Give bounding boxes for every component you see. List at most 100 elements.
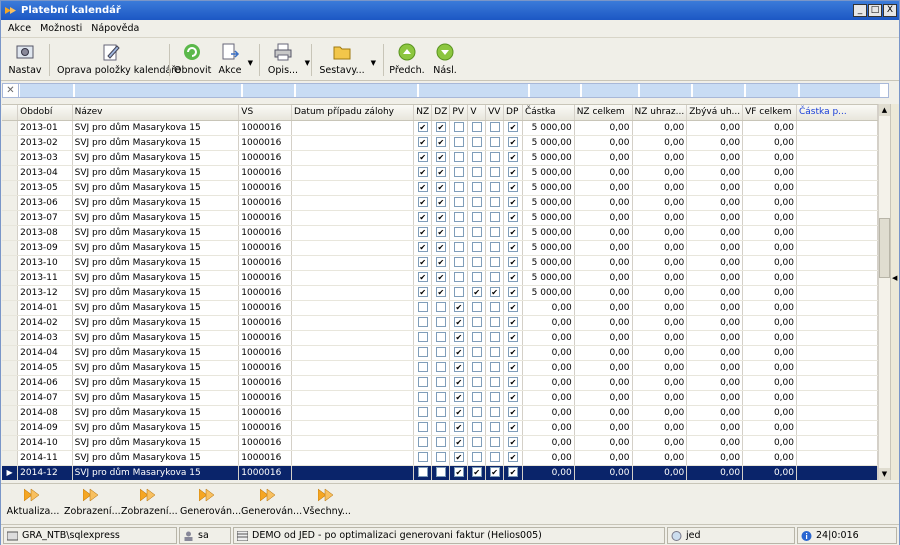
checkbox-pv[interactable] <box>453 362 464 373</box>
cell-zbyva[interactable]: 0,00 <box>686 330 744 346</box>
column-header[interactable]: Název <box>72 105 240 121</box>
cell-castkap[interactable] <box>796 225 878 241</box>
cell-obdobi[interactable]: 2014-01 <box>17 300 73 316</box>
scroll-up-icon[interactable]: ▲ <box>879 104 890 116</box>
cell-castkap[interactable] <box>796 315 878 331</box>
checkbox-pv[interactable] <box>453 242 464 253</box>
checkbox-pv[interactable] <box>453 317 464 328</box>
checkbox-dp[interactable] <box>508 437 518 448</box>
cell-nzu[interactable]: 0,00 <box>632 225 688 241</box>
checkbox-dp[interactable] <box>508 452 518 463</box>
cell-zbyva[interactable]: 0,00 <box>686 255 744 271</box>
column-header[interactable]: PV <box>449 105 469 121</box>
filter-cell[interactable] <box>640 84 692 97</box>
checkbox-vv[interactable] <box>489 122 500 133</box>
cell-vfc[interactable]: 0,00 <box>742 465 797 480</box>
cell-obdobi[interactable]: 2014-12 <box>17 465 73 480</box>
table-row[interactable]: 2013-01SVJ pro dům Masarykova 151000016 5… <box>2 120 878 136</box>
checkbox-pv[interactable] <box>453 197 464 208</box>
checkbox-nz[interactable] <box>417 227 428 238</box>
scroll-thumb[interactable] <box>879 218 890 278</box>
checkbox-nz[interactable] <box>417 197 428 208</box>
checkbox-pv[interactable] <box>453 152 464 163</box>
side-panel-toggle[interactable]: ◀ <box>890 104 899 480</box>
checkbox-pv[interactable] <box>453 422 464 433</box>
checkbox-vv[interactable] <box>489 377 500 388</box>
cell-datum[interactable] <box>291 135 415 151</box>
cell-castkap[interactable] <box>796 210 878 226</box>
checkbox-dz[interactable] <box>435 437 446 448</box>
cell-castkap[interactable] <box>796 255 878 271</box>
cell-castka[interactable]: 5 000,00 <box>522 240 575 256</box>
cell-castkap[interactable] <box>796 180 878 196</box>
cell-nazev[interactable]: SVJ pro dům Masarykova 15 <box>72 300 240 316</box>
cell-nzc[interactable]: 0,00 <box>574 450 633 466</box>
cell-datum[interactable] <box>291 225 415 241</box>
cell-vs[interactable]: 1000016 <box>238 180 292 196</box>
minimize-button[interactable]: _ <box>853 4 867 17</box>
checkbox-dz[interactable] <box>435 302 446 313</box>
cell-datum[interactable] <box>291 300 415 316</box>
cell-vfc[interactable]: 0,00 <box>742 405 797 421</box>
table-row[interactable]: 2014-06SVJ pro dům Masarykova 151000016 0… <box>2 375 878 391</box>
cell-nzc[interactable]: 0,00 <box>574 150 633 166</box>
close-button[interactable]: X <box>883 4 897 17</box>
table-row[interactable]: 2014-04SVJ pro dům Masarykova 151000016 0… <box>2 345 878 361</box>
sestavy-dropdown[interactable]: Sestavy... ▼ <box>317 42 376 78</box>
cell-vfc[interactable]: 0,00 <box>742 270 797 286</box>
cell-castka[interactable]: 5 000,00 <box>522 210 575 226</box>
cell-vs[interactable]: 1000016 <box>238 315 292 331</box>
cell-vs[interactable]: 1000016 <box>238 360 292 376</box>
checkbox-nz[interactable] <box>417 407 428 418</box>
cell-datum[interactable] <box>291 210 415 226</box>
cell-castkap[interactable] <box>796 195 878 211</box>
cell-castkap[interactable] <box>796 405 878 421</box>
checkbox-pv[interactable] <box>453 167 464 178</box>
cell-castkap[interactable] <box>796 375 878 391</box>
checkbox-dp[interactable] <box>508 392 518 403</box>
checkbox-pv[interactable] <box>453 287 464 298</box>
cell-nzc[interactable]: 0,00 <box>574 330 633 346</box>
checkbox-dz[interactable] <box>435 377 446 388</box>
cell-castkap[interactable] <box>796 360 878 376</box>
checkbox-vv[interactable] <box>489 167 500 178</box>
cell-zbyva[interactable]: 0,00 <box>686 195 744 211</box>
checkbox-pv[interactable] <box>453 122 464 133</box>
checkbox-pv[interactable] <box>453 227 464 238</box>
cell-zbyva[interactable]: 0,00 <box>686 165 744 181</box>
cell-vfc[interactable]: 0,00 <box>742 375 797 391</box>
cell-nazev[interactable]: SVJ pro dům Masarykova 15 <box>72 150 240 166</box>
cell-vs[interactable]: 1000016 <box>238 240 292 256</box>
filter-cell[interactable] <box>75 84 242 97</box>
cell-vs[interactable]: 1000016 <box>238 465 292 480</box>
cell-vs[interactable]: 1000016 <box>238 225 292 241</box>
cell-vfc[interactable]: 0,00 <box>742 360 797 376</box>
cell-vs[interactable]: 1000016 <box>238 420 292 436</box>
checkbox-v[interactable] <box>471 332 482 343</box>
cell-nzu[interactable]: 0,00 <box>632 315 688 331</box>
cell-obdobi[interactable]: 2013-11 <box>17 270 73 286</box>
column-header[interactable]: Částka p... <box>796 105 878 121</box>
checkbox-nz[interactable] <box>417 452 428 463</box>
checkbox-v[interactable] <box>471 152 482 163</box>
cell-obdobi[interactable]: 2013-07 <box>17 210 73 226</box>
menu-napoveda[interactable]: Nápověda <box>84 20 141 34</box>
cell-vs[interactable]: 1000016 <box>238 120 292 136</box>
cell-vfc[interactable]: 0,00 <box>742 345 797 361</box>
checkbox-dz[interactable] <box>435 242 446 253</box>
checkbox-dp[interactable] <box>508 257 518 268</box>
cell-obdobi[interactable]: 2014-07 <box>17 390 73 406</box>
cell-nzc[interactable]: 0,00 <box>574 195 633 211</box>
cell-castka[interactable]: 0,00 <box>522 450 575 466</box>
cell-castkap[interactable] <box>796 150 878 166</box>
cell-zbyva[interactable]: 0,00 <box>686 465 744 480</box>
cell-nzu[interactable]: 0,00 <box>632 270 688 286</box>
table-row[interactable]: 2014-11SVJ pro dům Masarykova 151000016 0… <box>2 450 878 466</box>
cell-vs[interactable]: 1000016 <box>238 165 292 181</box>
cell-vs[interactable]: 1000016 <box>238 210 292 226</box>
cell-nzc[interactable]: 0,00 <box>574 240 633 256</box>
checkbox-nz[interactable] <box>417 347 428 358</box>
cell-castka[interactable]: 5 000,00 <box>522 195 575 211</box>
cell-zbyva[interactable]: 0,00 <box>686 150 744 166</box>
checkbox-pv[interactable] <box>453 467 464 478</box>
